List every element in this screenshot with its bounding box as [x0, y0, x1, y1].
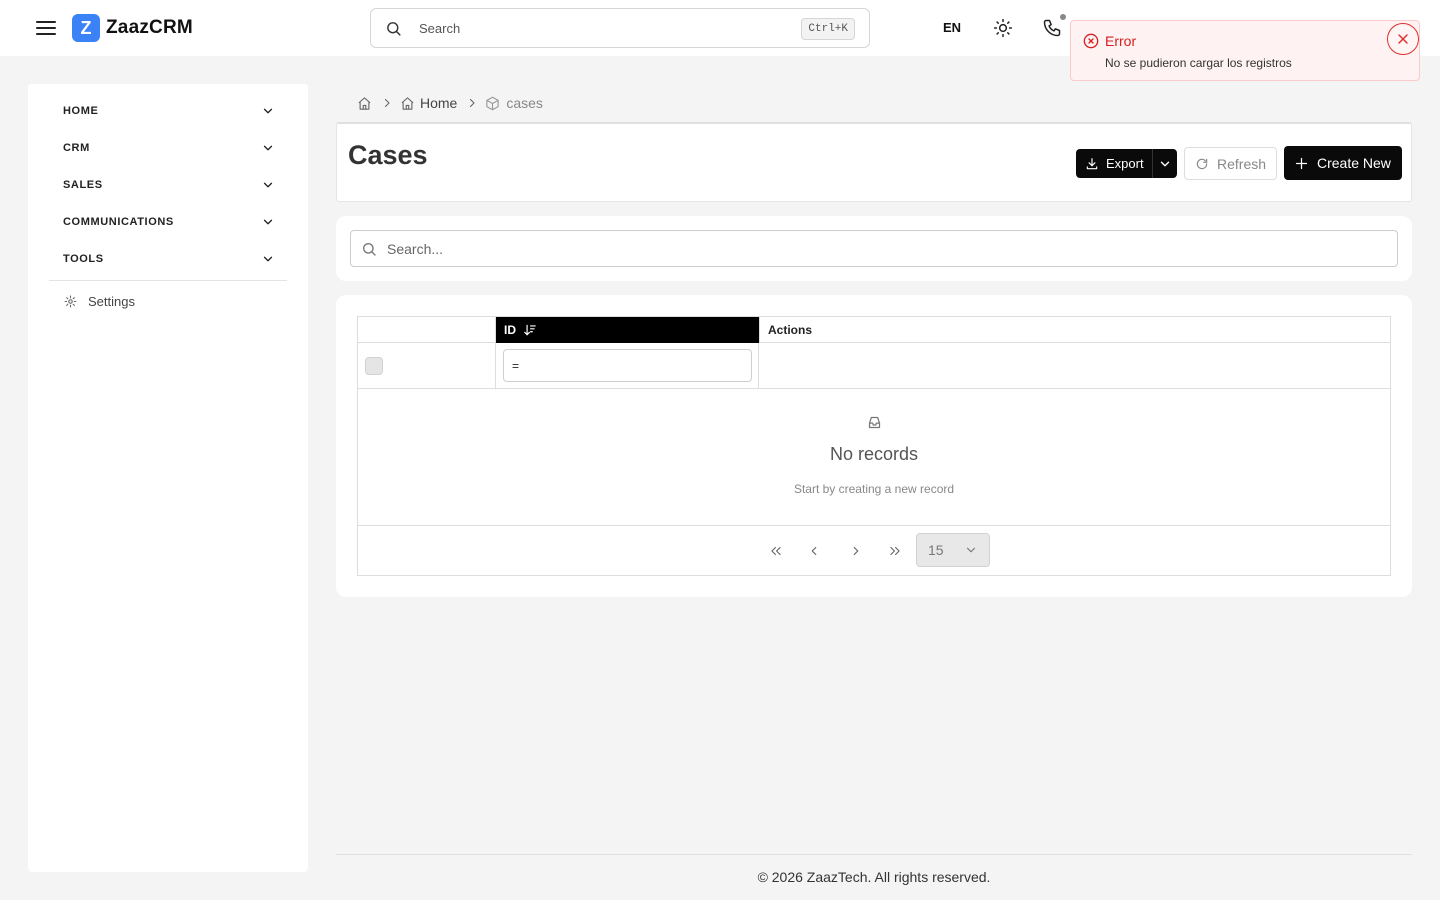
sun-icon[interactable] [993, 18, 1013, 38]
first-page-button[interactable] [766, 542, 786, 560]
id-filter-input[interactable] [503, 349, 752, 382]
sidebar-item-label: CRM [63, 142, 90, 154]
sidebar-item-label: COMMUNICATIONS [63, 216, 174, 228]
select-all-checkbox[interactable] [365, 357, 383, 375]
language-switcher[interactable]: EN [943, 20, 961, 35]
menu-icon[interactable] [34, 16, 58, 40]
last-page-button[interactable] [885, 542, 905, 560]
error-toast: Error No se pudieron cargar los registro… [1070, 20, 1420, 81]
data-table: ID Actions No records Start by creating … [357, 316, 1391, 576]
sort-desc-icon [523, 323, 537, 337]
home-icon [400, 96, 415, 111]
sidebar-item-label: TOOLS [63, 253, 104, 265]
select-column-header [358, 317, 496, 343]
sidebar: HOME CRM SALES COMMUNICATIONS TOOLS Sett… [28, 84, 308, 872]
error-circle-icon [1083, 33, 1099, 49]
chevron-right-icon [466, 97, 478, 109]
empty-state-subtitle: Start by creating a new record [793, 482, 955, 496]
settings-label: Settings [88, 294, 135, 309]
page-header: Cases Export Refresh Create New [336, 122, 1412, 202]
chevron-left-icon [811, 546, 817, 556]
search-icon [361, 241, 377, 257]
chevron-down-icon [261, 178, 275, 192]
search-icon [385, 20, 402, 37]
logo-mark: Z [72, 14, 100, 42]
sidebar-divider [49, 280, 287, 281]
breadcrumb-current: cases [506, 95, 543, 111]
table-search-card [336, 216, 1412, 281]
column-header-label: ID [504, 323, 516, 337]
chevron-right-icon [381, 97, 393, 109]
status-dot [1060, 14, 1066, 20]
sidebar-item-tools[interactable]: TOOLS [63, 249, 275, 269]
close-icon [1398, 34, 1408, 44]
page-size-select[interactable]: 15 [916, 533, 990, 567]
select-all-cell [358, 343, 496, 389]
chevron-down-icon [261, 141, 275, 155]
search-shortcut-hint: Ctrl+K [801, 18, 855, 40]
table-search[interactable] [350, 230, 1398, 267]
global-search-input[interactable] [419, 20, 779, 36]
filter-row [358, 343, 1390, 389]
sidebar-item-crm[interactable]: CRM [63, 138, 275, 158]
chevron-right-icon [853, 546, 859, 556]
column-header-actions: Actions [759, 317, 1390, 343]
home-icon[interactable] [357, 96, 372, 111]
export-dropdown-toggle[interactable] [1152, 149, 1177, 178]
sidebar-item-sales[interactable]: SALES [63, 175, 275, 195]
box-icon [485, 96, 500, 111]
phone-icon[interactable] [1042, 18, 1062, 38]
app-logo[interactable]: Z ZaazCRM [72, 14, 193, 42]
page-title: Cases [348, 140, 428, 170]
column-header-id[interactable]: ID [496, 317, 759, 343]
page-size-value: 15 [928, 542, 944, 558]
next-page-button[interactable] [846, 542, 866, 560]
footer-divider [336, 854, 1412, 855]
table-search-input[interactable] [387, 239, 1367, 259]
breadcrumb: Home cases [357, 94, 543, 112]
empty-state-title: No records [829, 444, 919, 464]
app-name: ZaazCRM [106, 17, 193, 38]
table-header-row: ID Actions [358, 317, 1390, 343]
sidebar-item-label: HOME [63, 105, 99, 117]
empty-state: No records Start by creating a new recor… [358, 389, 1390, 526]
refresh-icon [1195, 157, 1209, 171]
footer-copyright: © 2026 ZaazTech. All rights reserved. [757, 869, 991, 885]
breadcrumb-home-link[interactable]: Home [420, 95, 457, 111]
table-card: ID Actions No records Start by creating … [336, 295, 1412, 597]
chevrons-right-icon [890, 546, 900, 556]
chevron-down-icon [966, 547, 976, 553]
refresh-button[interactable]: Refresh [1184, 147, 1277, 180]
refresh-label: Refresh [1217, 155, 1267, 172]
create-new-button[interactable]: Create New [1284, 146, 1402, 180]
gear-icon [64, 295, 77, 308]
id-filter-cell [496, 343, 759, 389]
toast-message: No se pudieron cargar los registros [1105, 56, 1292, 70]
create-new-label: Create New [1317, 155, 1391, 171]
sidebar-item-settings[interactable]: Settings [64, 294, 135, 309]
plus-icon [1294, 156, 1309, 171]
chevron-down-icon [261, 215, 275, 229]
global-search[interactable]: Ctrl+K [370, 8, 870, 48]
export-button-group: Export [1076, 149, 1177, 178]
pagination: 15 [358, 526, 1390, 575]
sidebar-item-communications[interactable]: COMMUNICATIONS [63, 212, 275, 232]
chevron-down-icon [1160, 161, 1170, 166]
sidebar-item-label: SALES [63, 179, 103, 191]
download-icon [1085, 157, 1099, 171]
sidebar-item-home[interactable]: HOME [63, 101, 275, 121]
chevrons-left-icon [771, 546, 781, 556]
export-label: Export [1106, 156, 1144, 171]
toast-title: Error [1105, 33, 1137, 49]
toast-close-button[interactable] [1387, 23, 1419, 55]
inbox-icon [867, 415, 882, 430]
chevron-down-icon [261, 104, 275, 118]
chevron-down-icon [261, 252, 275, 266]
export-button[interactable]: Export [1076, 149, 1152, 178]
prev-page-button[interactable] [804, 542, 824, 560]
